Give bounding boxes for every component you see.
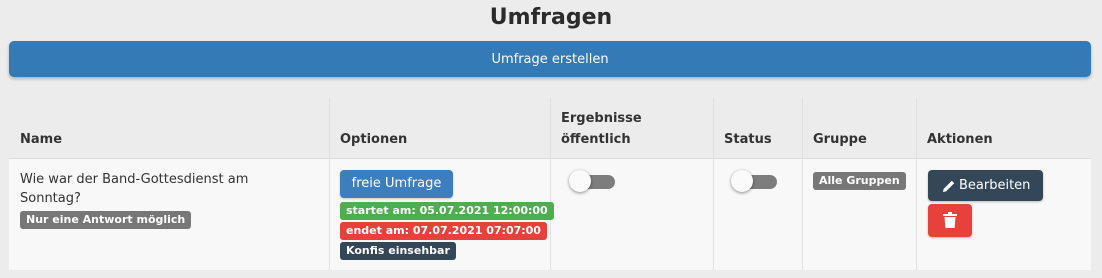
edit-button[interactable]: Bearbeiten — [928, 170, 1043, 201]
header-name: Name — [20, 132, 63, 147]
group-badge: Alle Gruppen — [813, 172, 906, 190]
column-divider — [550, 98, 551, 270]
column-divider — [802, 98, 803, 270]
column-divider — [916, 98, 917, 270]
pencil-icon — [943, 180, 955, 192]
status-toggle[interactable] — [731, 170, 777, 194]
poll-question-line1: Wie war der Band-Gottesdienst am — [20, 172, 249, 187]
header-group: Gruppe — [813, 132, 867, 147]
results-public-toggle[interactable] — [569, 170, 615, 194]
create-poll-button[interactable]: Umfrage erstellen — [9, 41, 1091, 77]
page-title: Umfragen — [489, 5, 613, 30]
delete-button[interactable] — [928, 204, 972, 237]
header-results-public-line2: öffentlich — [561, 132, 631, 147]
start-date-badge: startet am: 05.07.2021 12:00:00 — [340, 202, 554, 220]
header-results-public-line1: Ergebnisse — [561, 111, 642, 126]
poll-question-line2: Sonntag? — [20, 191, 81, 206]
header-options: Optionen — [340, 132, 408, 147]
header-actions: Aktionen — [927, 132, 993, 147]
toggle-knob — [731, 170, 753, 192]
column-divider — [329, 98, 330, 270]
header-status: Status — [724, 132, 772, 147]
visibility-badge: Konfis einsehbar — [340, 242, 456, 260]
trash-icon — [943, 212, 957, 228]
column-divider — [713, 98, 714, 270]
poll-type-button[interactable]: freie Umfrage — [340, 170, 453, 198]
toggle-knob — [569, 170, 591, 192]
answer-mode-badge: Nur eine Antwort möglich — [20, 211, 192, 229]
edit-button-label: Bearbeiten — [959, 178, 1031, 193]
end-date-badge: endet am: 07.07.2021 07:07:00 — [340, 222, 547, 240]
polls-table: Name Optionen Ergebnisse öffentlich Stat… — [9, 98, 1091, 270]
